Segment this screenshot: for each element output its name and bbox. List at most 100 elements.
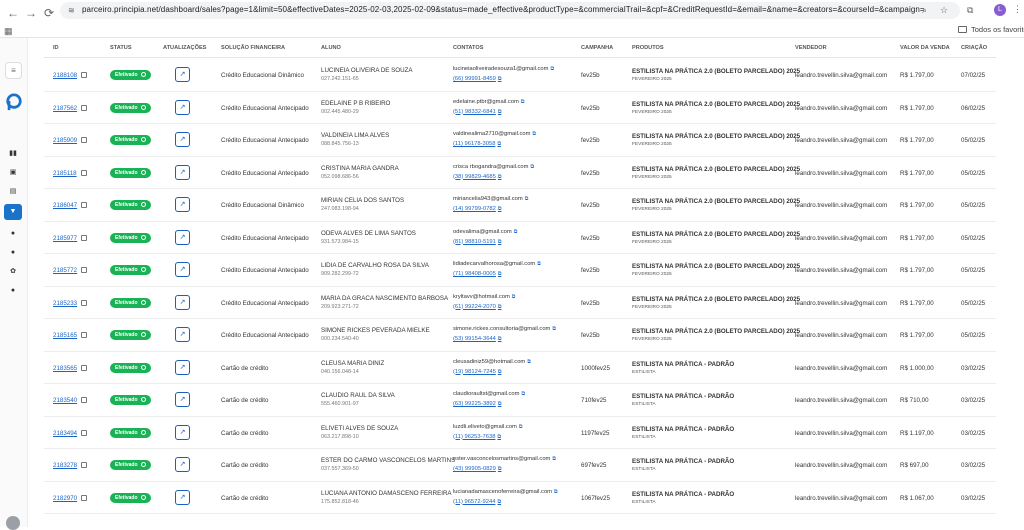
open-update-button[interactable]: ↗ [175,457,190,472]
email-text[interactable]: kryltavv@hotmail.com [453,294,510,300]
phone-link[interactable]: (11) 96178-3058 [453,141,495,147]
sales-filter-icon[interactable]: ▼ [4,204,22,220]
help-icon[interactable]: ● [8,286,18,296]
user-avatar-icon[interactable] [6,516,20,530]
dashboard-icon[interactable]: ▮▮ [8,149,18,159]
email-text[interactable]: valdinealima2710@gmail.com [453,131,530,137]
browser-menu-icon[interactable]: ⋮ [1013,4,1022,15]
external-link-icon[interactable]: ⧉ [519,424,523,430]
whatsapp-link-icon[interactable]: ⧉ [498,466,502,472]
open-update-button[interactable]: ↗ [175,392,190,407]
back-icon[interactable]: ← [6,6,20,20]
copy-icon[interactable] [81,364,88,371]
external-link-icon[interactable]: ⧉ [532,131,536,137]
email-text[interactable]: claudioraultst@gmail.com [453,391,519,397]
whatsapp-link-icon[interactable]: ⧉ [498,239,502,245]
copy-icon[interactable] [81,462,88,468]
whatsapp-link-icon[interactable]: ⧉ [498,401,502,407]
header-updates[interactable]: ATUALIZAÇÕES [163,45,206,51]
sale-id-link[interactable]: 2185909 [53,137,77,144]
site-info-icon[interactable]: ≋ [68,6,77,15]
phone-link[interactable]: (63) 99225-3892 [453,401,496,407]
phone-link[interactable]: (19) 98124-7245 [453,369,496,375]
whatsapp-link-icon[interactable]: ⧉ [498,271,502,277]
settings-icon[interactable]: ✿ [8,267,18,277]
copy-icon[interactable] [80,169,87,176]
copy-icon[interactable] [81,299,88,306]
email-text[interactable]: lidiadecarvalhorosa@gmail.com [453,261,535,267]
sale-id-link[interactable]: 2183565 [53,365,77,372]
external-link-icon[interactable]: ⧉ [512,294,516,300]
sale-id-link[interactable]: 2185772 [53,267,77,274]
external-link-icon[interactable]: ⧉ [552,326,556,332]
users-icon[interactable]: ● [8,229,18,239]
external-link-icon[interactable]: ⧉ [550,66,554,72]
header-seller[interactable]: VENDEDOR [795,45,827,51]
header-products[interactable]: PRODUTOS [632,45,664,51]
open-update-button[interactable]: ↗ [175,489,190,505]
header-status[interactable]: STATUS [110,45,132,51]
header-campaign[interactable]: CAMPANHA [581,45,613,51]
whatsapp-link-icon[interactable]: ⧉ [498,304,502,310]
all-bookmarks[interactable]: Todos os favoritos [958,25,1024,34]
open-update-button[interactable]: ↗ [175,327,190,342]
sale-id-link[interactable]: 2185233 [53,300,77,307]
copy-icon[interactable] [81,429,88,436]
header-contacts[interactable]: CONTATOS [453,45,483,51]
url-text[interactable]: parceiro.principia.net/dashboard/sales?p… [82,5,925,14]
copy-icon[interactable] [81,104,88,111]
header-student[interactable]: ALUNO [321,45,341,51]
whatsapp-link-icon[interactable]: ⧉ [498,174,502,180]
extensions-icon[interactable]: ⧉ [967,5,973,16]
sale-id-link[interactable]: 2185165 [53,332,77,339]
external-link-icon[interactable]: ⧉ [527,359,531,365]
info-icon[interactable]: ● [8,248,18,258]
phone-link[interactable]: (61) 99224-2070 [453,304,496,310]
external-link-icon[interactable]: ⧉ [537,261,541,267]
email-text[interactable]: lucianadamascenoferreira@gmail.com [453,489,552,495]
email-text[interactable]: edelaine.ptbr@gmail.com [453,99,519,105]
sale-id-link[interactable]: 2185118 [53,170,77,177]
phone-link[interactable]: (53) 99154-3644 [453,336,496,342]
open-update-button[interactable]: ↗ [175,132,190,147]
open-update-button[interactable]: ↗ [175,294,190,310]
open-update-button[interactable]: ↗ [175,164,190,180]
email-text[interactable]: lucineiaoliveiradesouza1@gmail.com [453,66,548,72]
whatsapp-link-icon[interactable]: ⧉ [498,109,502,115]
whatsapp-link-icon[interactable]: ⧉ [497,434,501,440]
copy-icon[interactable] [81,494,88,501]
bookmark-star-icon[interactable]: ☆ [940,5,948,16]
copy-icon[interactable] [81,202,88,208]
copy-icon[interactable] [81,397,88,403]
email-text[interactable]: crisca rbogandra@gmail.com [453,164,528,170]
external-link-icon[interactable]: ⧉ [514,229,518,235]
forward-icon[interactable]: → [24,6,38,20]
reports-icon[interactable]: ▣ [8,168,18,178]
reload-icon[interactable]: ⟳ [42,6,56,20]
header-value[interactable]: VALOR DA VENDA [900,45,950,51]
phone-link[interactable]: (38) 99829-4685 [453,174,496,180]
email-text[interactable]: luzdli.eliveto@gmail.com [453,424,517,430]
open-update-button[interactable]: ↗ [175,99,190,115]
sale-id-link[interactable]: 2183494 [53,430,77,437]
external-link-icon[interactable]: ⧉ [530,164,534,170]
external-link-icon[interactable]: ⧉ [521,391,525,397]
external-link-icon[interactable]: ⧉ [554,489,558,495]
sale-id-link[interactable]: 2185977 [53,235,77,242]
sidebar-toggle-button[interactable]: ≡ [5,62,22,79]
phone-link[interactable]: (14) 99799-0782 [453,206,496,212]
phone-link[interactable]: (43) 99905-0829 [453,466,496,472]
whatsapp-link-icon[interactable]: ⧉ [497,499,501,505]
phone-link[interactable]: (51) 98332-6841 [453,109,496,115]
copy-icon[interactable] [81,72,88,78]
phone-link[interactable]: (66) 99991-8459 [453,76,496,82]
open-update-button[interactable]: ↗ [175,359,190,375]
email-text[interactable]: ester.vasconcelosmartins@gmail.com [453,456,550,462]
sale-id-link[interactable]: 2183278 [53,462,77,469]
phone-link[interactable]: (81) 98810-5191 [453,239,496,245]
header-created[interactable]: CRIAÇÃO [961,45,987,51]
sale-id-link[interactable]: 2182970 [53,495,77,502]
copy-icon[interactable] [81,267,88,273]
sale-id-link[interactable]: 2183540 [53,397,77,404]
copy-icon[interactable] [81,234,88,241]
